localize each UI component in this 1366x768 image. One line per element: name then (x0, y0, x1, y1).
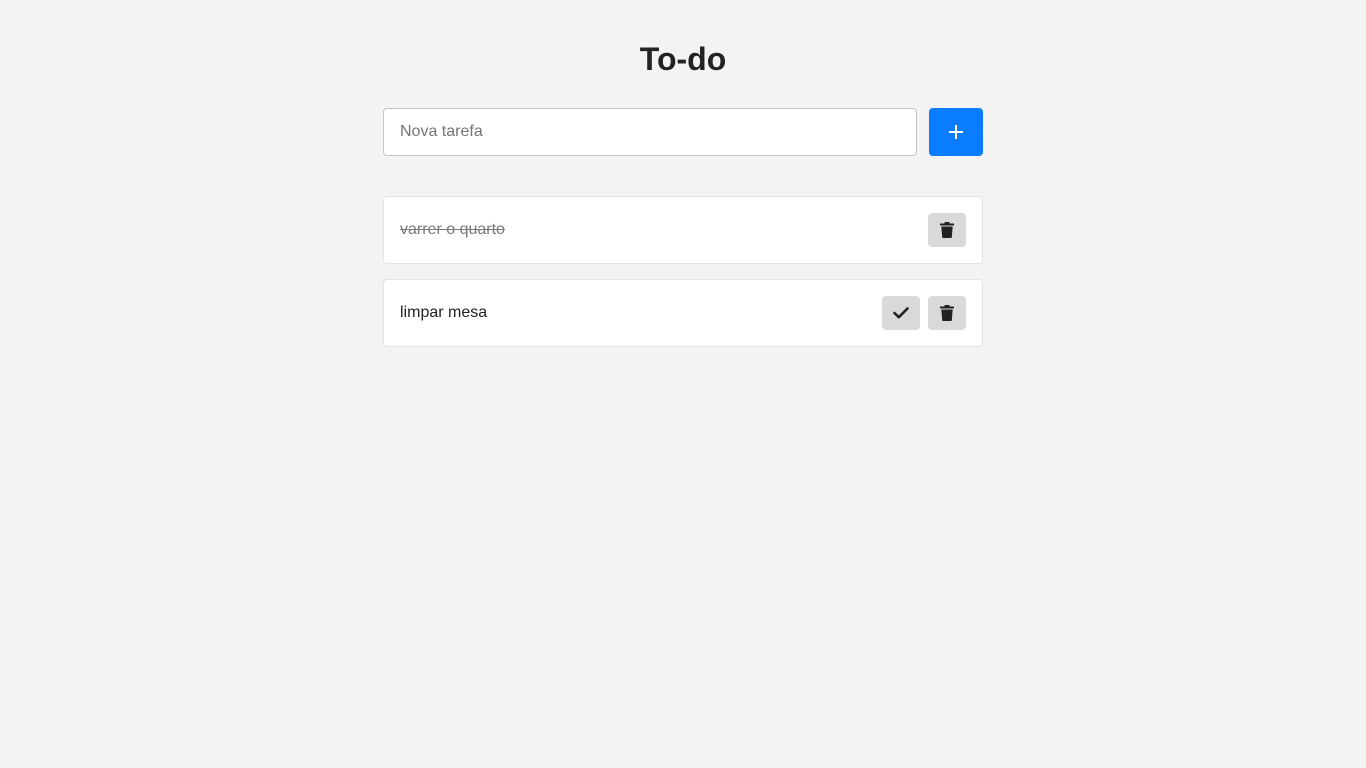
complete-task-button[interactable] (882, 296, 920, 330)
trash-icon (940, 305, 954, 321)
new-task-input[interactable] (383, 108, 917, 156)
task-item-varrer-o-quarto: varrer o quarto (383, 196, 983, 264)
page-title: To-do (639, 41, 727, 77)
task-list: varrer o quarto limpar mesa (383, 196, 983, 362)
task-actions (928, 213, 966, 247)
delete-task-button[interactable] (928, 296, 966, 330)
task-actions (882, 296, 966, 330)
trash-icon (940, 222, 954, 238)
plus-icon (948, 124, 964, 140)
delete-task-button[interactable] (928, 213, 966, 247)
add-task-form (383, 108, 983, 156)
task-text: varrer o quarto (400, 221, 505, 238)
check-icon (893, 307, 909, 319)
add-task-button[interactable] (929, 108, 983, 156)
task-item-limpar-mesa: limpar mesa (383, 279, 983, 347)
task-text: limpar mesa (400, 304, 488, 321)
